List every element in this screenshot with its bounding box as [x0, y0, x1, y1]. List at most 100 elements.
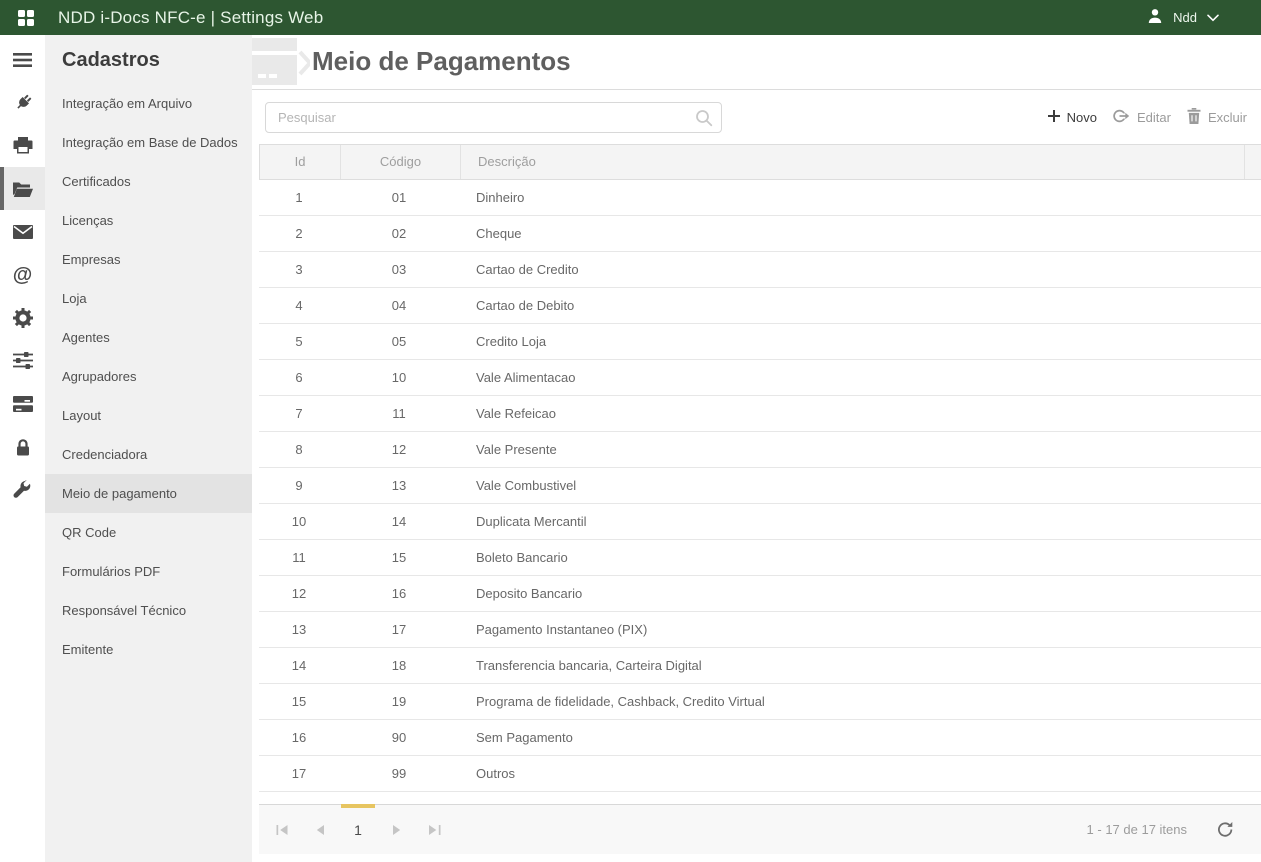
- table-row[interactable]: 11 15 Boleto Bancario: [259, 540, 1261, 576]
- sidebar-menu-item[interactable]: Responsável Técnico: [45, 591, 252, 630]
- printer-icon[interactable]: [0, 124, 45, 167]
- sidebar-menu-item[interactable]: QR Code: [45, 513, 252, 552]
- sidebar-menu-item[interactable]: Integração em Base de Dados: [45, 123, 252, 162]
- search-box: [265, 102, 722, 133]
- cell-id: 1: [259, 190, 339, 205]
- last-page-button[interactable]: [415, 824, 453, 836]
- sidebar-item-label: Layout: [62, 408, 101, 423]
- user-icon: [1147, 8, 1163, 27]
- sidebar-menu-item[interactable]: Integração em Arquivo: [45, 84, 252, 123]
- pager-right: 1 - 17 de 17 itens: [1087, 821, 1234, 838]
- sidebar-menu-item[interactable]: Empresas: [45, 240, 252, 279]
- cell-descricao: Deposito Bancario: [459, 586, 1261, 601]
- sidebar-menu-item[interactable]: Credenciadora: [45, 435, 252, 474]
- sidebar-menu-item[interactable]: Emitente: [45, 630, 252, 669]
- table-row[interactable]: 1 01 Dinheiro: [259, 180, 1261, 216]
- next-page-button[interactable]: [377, 824, 415, 836]
- pager-info: 1 - 17 de 17 itens: [1087, 822, 1187, 837]
- gear-icon[interactable]: [0, 296, 45, 339]
- sidebar-menu-item[interactable]: Agrupadores: [45, 357, 252, 396]
- cell-descricao: Cheque: [459, 226, 1261, 241]
- menu-icon[interactable]: [0, 38, 45, 81]
- app-logo-icon[interactable]: [18, 10, 34, 26]
- selected-page-indicator: [341, 804, 375, 808]
- table-row[interactable]: 9 13 Vale Combustivel: [259, 468, 1261, 504]
- main-content: Meio de Pagamentos: [252, 35, 1261, 862]
- cell-codigo: 11: [339, 406, 459, 421]
- plug-icon[interactable]: [0, 81, 45, 124]
- table-row[interactable]: 10 14 Duplicata Mercantil: [259, 504, 1261, 540]
- cell-id: 9: [259, 478, 339, 493]
- envelope-icon[interactable]: [0, 210, 45, 253]
- cell-id: 13: [259, 622, 339, 637]
- cell-id: 3: [259, 262, 339, 277]
- table-body: 1 01 Dinheiro 2 02 Cheque 3 03 Cartao de…: [259, 180, 1261, 792]
- cell-codigo: 03: [339, 262, 459, 277]
- table-row[interactable]: 17 99 Outros: [259, 756, 1261, 792]
- sidebar-item-label: Licenças: [62, 213, 113, 228]
- sliders-icon[interactable]: [0, 339, 45, 382]
- table-row[interactable]: 7 11 Vale Refeicao: [259, 396, 1261, 432]
- cell-codigo: 90: [339, 730, 459, 745]
- column-header-codigo[interactable]: Código: [340, 145, 460, 179]
- cell-id: 10: [259, 514, 339, 529]
- editar-button[interactable]: Editar: [1113, 109, 1171, 126]
- cell-descricao: Credito Loja: [459, 334, 1261, 349]
- table-row[interactable]: 5 05 Credito Loja: [259, 324, 1261, 360]
- sidebar-item-label: Integração em Base de Dados: [62, 135, 238, 150]
- sidebar-menu-item[interactable]: Agentes: [45, 318, 252, 357]
- sidebar-item-label: Meio de pagamento: [62, 486, 177, 501]
- table-row[interactable]: 4 04 Cartao de Debito: [259, 288, 1261, 324]
- table-row[interactable]: 8 12 Vale Presente: [259, 432, 1261, 468]
- wrench-icon[interactable]: [0, 468, 45, 511]
- search-input[interactable]: [265, 102, 722, 133]
- sidebar-item-label: Integração em Arquivo: [62, 96, 192, 111]
- user-menu[interactable]: Ndd: [1147, 8, 1219, 27]
- table-row[interactable]: 6 10 Vale Alimentacao: [259, 360, 1261, 396]
- table-row[interactable]: 12 16 Deposito Bancario: [259, 576, 1261, 612]
- sidebar-menu-item[interactable]: Layout: [45, 396, 252, 435]
- column-header-descricao[interactable]: Descrição: [460, 145, 1244, 179]
- lock-icon[interactable]: [0, 425, 45, 468]
- cell-id: 15: [259, 694, 339, 709]
- cell-descricao: Cartao de Debito: [459, 298, 1261, 313]
- table-row[interactable]: 3 03 Cartao de Credito: [259, 252, 1261, 288]
- sidebar-menu-item[interactable]: Meio de pagamento: [45, 474, 252, 513]
- novo-button[interactable]: Novo: [1048, 110, 1097, 125]
- cell-id: 2: [259, 226, 339, 241]
- excluir-button[interactable]: Excluir: [1187, 108, 1247, 127]
- table-row[interactable]: 2 02 Cheque: [259, 216, 1261, 252]
- cell-codigo: 12: [339, 442, 459, 457]
- cell-codigo: 15: [339, 550, 459, 565]
- sidebar-menu-item[interactable]: Certificados: [45, 162, 252, 201]
- first-page-button[interactable]: [263, 824, 301, 836]
- at-sign-icon[interactable]: @: [0, 253, 45, 296]
- prev-page-button[interactable]: [301, 824, 339, 836]
- sidebar-item-label: Emitente: [62, 642, 113, 657]
- cell-descricao: Boleto Bancario: [459, 550, 1261, 565]
- folder-open-icon[interactable]: [0, 167, 45, 210]
- cell-codigo: 16: [339, 586, 459, 601]
- cell-codigo: 10: [339, 370, 459, 385]
- cell-codigo: 99: [339, 766, 459, 781]
- sidebar-menu-item[interactable]: Loja: [45, 279, 252, 318]
- table-row[interactable]: 16 90 Sem Pagamento: [259, 720, 1261, 756]
- table-row[interactable]: 14 18 Transferencia bancaria, Carteira D…: [259, 648, 1261, 684]
- cell-id: 16: [259, 730, 339, 745]
- cell-id: 5: [259, 334, 339, 349]
- current-page-button[interactable]: 1: [339, 822, 377, 838]
- search-icon[interactable]: [695, 109, 713, 130]
- server-icon[interactable]: [0, 382, 45, 425]
- app-window: NDD i-Docs NFC-e | Settings Web Ndd: [0, 0, 1261, 862]
- sidebar-menu-item[interactable]: Formulários PDF: [45, 552, 252, 591]
- trash-icon: [1187, 108, 1201, 127]
- page-title: Meio de Pagamentos: [312, 35, 571, 88]
- refresh-icon[interactable]: [1217, 821, 1234, 838]
- column-header-id[interactable]: Id: [260, 145, 340, 179]
- cell-descricao: Pagamento Instantaneo (PIX): [459, 622, 1261, 637]
- table-row[interactable]: 13 17 Pagamento Instantaneo (PIX): [259, 612, 1261, 648]
- table-row[interactable]: 15 19 Programa de fidelidade, Cashback, …: [259, 684, 1261, 720]
- sidebar-menu-item[interactable]: Licenças: [45, 201, 252, 240]
- sidebar-item-label: Responsável Técnico: [62, 603, 186, 618]
- sidebar-item-label: QR Code: [62, 525, 116, 540]
